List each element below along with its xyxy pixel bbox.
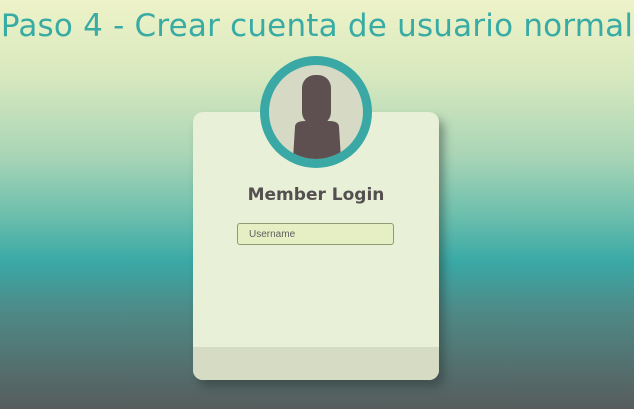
slide-title: Paso 4 - Crear cuenta de usuario normal <box>0 8 634 44</box>
card-footer <box>193 347 439 380</box>
login-heading: Member Login <box>247 185 385 205</box>
avatar-circle <box>269 65 363 159</box>
user-silhouette-icon <box>293 75 341 159</box>
avatar <box>260 56 372 168</box>
username-input[interactable] <box>237 223 394 245</box>
